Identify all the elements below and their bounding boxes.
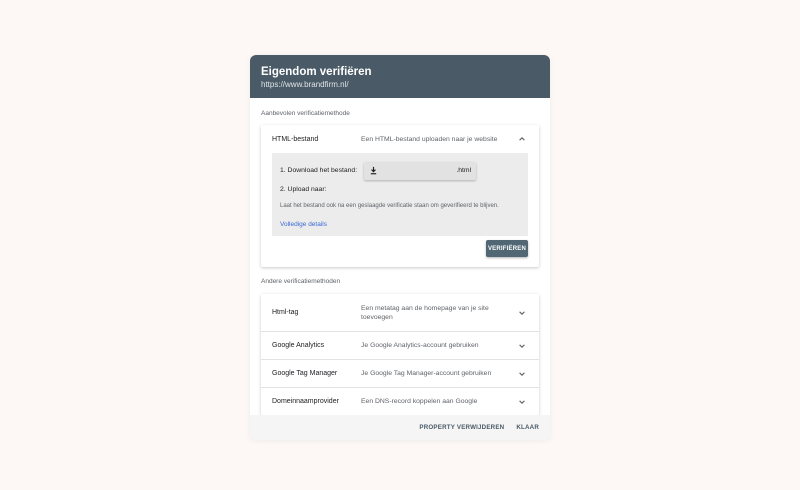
method-description: Je Google Tag Manager-account gebruiken <box>361 370 492 377</box>
method-description: Een metatag aan de homepage van je site … <box>361 304 489 321</box>
download-icon <box>369 162 378 180</box>
upload-step-label: 2. Upload naar: <box>280 186 327 193</box>
download-step: 1. Download het bestand: .html <box>280 161 520 180</box>
dialog-body[interactable]: Aanbevolen verificatiemethode HTML-besta… <box>250 98 550 415</box>
html-file-instructions: 1. Download het bestand: .html 2. Upload… <box>272 153 528 236</box>
dialog-footer: PROPERTY VERWIJDEREN KLAAR <box>250 415 550 440</box>
method-name: HTML-bestand <box>272 135 319 143</box>
keep-file-hint: Laat het bestand ook na een geslaagde ve… <box>280 203 499 209</box>
method-row-html-tag[interactable]: Html-tag Een metatag aan de homepage van… <box>261 294 539 331</box>
method-row-google-analytics[interactable]: Google Analytics Je Google Analytics-acc… <box>261 331 539 359</box>
method-description: Een HTML-bestand uploaden naar je websit… <box>361 135 498 143</box>
download-step-label: 1. Download het bestand: <box>280 167 358 174</box>
download-file-button[interactable]: .html <box>364 161 477 180</box>
dialog-title: Eigendom verifiëren <box>261 66 372 78</box>
method-name: Domeinnaamprovider <box>272 398 339 405</box>
verify-ownership-dialog: Eigendom verifiëren https://www.brandfir… <box>250 55 550 440</box>
chevron-up-icon[interactable] <box>518 135 528 143</box>
method-row-google-tag-manager[interactable]: Google Tag Manager Je Google Tag Manager… <box>261 359 539 387</box>
method-description: Je Google Analytics-account gebruiken <box>361 342 479 349</box>
chevron-down-icon[interactable] <box>518 398 528 406</box>
dialog-subtitle: https://www.brandfirm.nl/ <box>261 80 349 89</box>
recommended-method-card: HTML-bestand Een HTML-bestand uploaden n… <box>261 125 539 267</box>
download-file-name: .html <box>456 167 472 174</box>
chevron-down-icon[interactable] <box>518 342 528 350</box>
method-row-html-file[interactable]: HTML-bestand Een HTML-bestand uploaden n… <box>261 125 539 153</box>
chevron-down-icon[interactable] <box>518 370 528 378</box>
dialog-header: Eigendom verifiëren https://www.brandfir… <box>250 55 550 98</box>
method-name: Google Tag Manager <box>272 370 338 377</box>
recommended-section-label: Aanbevolen verificatiemethode <box>261 110 350 117</box>
other-methods-card: Html-tag Een metatag aan de homepage van… <box>261 294 539 415</box>
method-description: Een DNS-record koppelen aan Google <box>361 398 478 405</box>
verify-action-area: VERIFIËREN <box>261 236 539 267</box>
other-section-label: Andere verificatiemethoden <box>261 278 341 285</box>
done-button[interactable]: KLAAR <box>516 424 539 431</box>
verify-button[interactable]: VERIFIËREN <box>486 240 528 257</box>
method-name: Google Analytics <box>272 342 325 349</box>
method-name: Html-tag <box>272 309 299 316</box>
method-row-domain-provider[interactable]: Domeinnaamprovider Een DNS-record koppel… <box>261 387 539 415</box>
remove-property-button[interactable]: PROPERTY VERWIJDEREN <box>419 424 504 431</box>
full-details-link[interactable]: Volledige details <box>280 221 327 228</box>
chevron-down-icon[interactable] <box>518 309 528 317</box>
